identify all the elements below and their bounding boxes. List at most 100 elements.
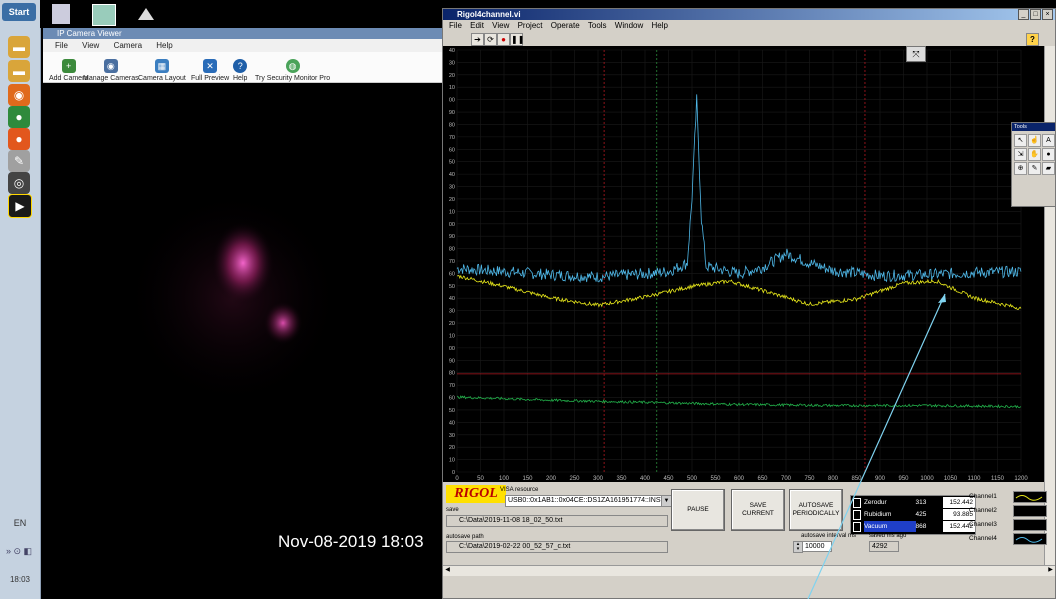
dropdown-arrow-icon[interactable]: ▼ xyxy=(661,496,671,506)
visa-resource-select[interactable]: USB0::0x1AB1::0x04CE::DS1ZA161951774::IN… xyxy=(505,495,671,507)
run-continuous-icon[interactable]: ⟳ xyxy=(484,33,497,46)
channel2-label: Channel2 xyxy=(969,507,997,514)
y-tick-label: 10 xyxy=(449,209,455,215)
channel4-indicator xyxy=(1013,533,1047,545)
color-copy-icon[interactable]: ✎ xyxy=(1028,162,1041,175)
desktop-app-icon[interactable] xyxy=(92,4,116,26)
camera-layout-button[interactable]: ▦ Camera Layout xyxy=(138,52,186,82)
y-tick-label: 40 xyxy=(449,48,455,54)
tool-icon[interactable]: ✎ xyxy=(8,150,30,172)
x-tick-label: 800 xyxy=(828,476,839,482)
channel4-row[interactable]: Channel4 xyxy=(969,532,1049,545)
materials-table: Zerodur 313 152.442 Rubidium 425 93.885 … xyxy=(850,495,976,535)
scroll-left-icon[interactable]: ◀ xyxy=(443,566,452,575)
manage-cameras-icon: ◉ xyxy=(103,59,118,73)
context-help-icon[interactable]: ? xyxy=(1026,33,1039,46)
y-tick-label: 80 xyxy=(449,247,455,253)
system-tray[interactable]: » ⊙ ◧ xyxy=(6,546,34,568)
channel1-indicator xyxy=(1013,491,1047,503)
lv-menu-view[interactable]: View xyxy=(492,21,509,30)
waveform-svg[interactable]: 0102030405060708090001020304050607080900… xyxy=(443,46,1055,482)
start-button[interactable]: Start xyxy=(2,3,36,21)
channel3-label: Channel3 xyxy=(969,521,997,528)
lv-menu-window[interactable]: Window xyxy=(615,21,643,30)
x-tick-label: 250 xyxy=(569,476,580,482)
channel1-label: Channel1 xyxy=(969,493,997,500)
x-tick-label: 450 xyxy=(663,476,674,482)
autosave-periodically-button[interactable]: AUTOSAVE PERIODICALLY xyxy=(789,489,843,531)
y-tick-label: 20 xyxy=(449,445,455,451)
menu-help[interactable]: Help xyxy=(156,41,172,50)
minimize-button[interactable]: _ xyxy=(1018,9,1029,20)
pause-icon[interactable]: ❚❚ xyxy=(510,33,524,46)
y-tick-label: 00 xyxy=(449,346,455,352)
x-tick-label: 850 xyxy=(851,476,862,482)
firefox-icon[interactable]: ● xyxy=(8,128,30,150)
y-tick-label: 20 xyxy=(449,73,455,79)
abort-icon[interactable]: ● xyxy=(497,33,510,46)
channel2-row[interactable]: Channel2 xyxy=(969,504,1049,517)
lv-menu-file[interactable]: File xyxy=(449,21,462,30)
run-arrow-icon[interactable]: ➔ xyxy=(471,33,484,46)
close-button[interactable]: × xyxy=(1042,9,1053,20)
table-row[interactable]: Vacuum 868 152.442 xyxy=(851,521,975,532)
autosave-interval-input[interactable]: 10000 xyxy=(802,541,832,552)
channel3-row[interactable]: Channel3 xyxy=(969,518,1049,531)
manage-cameras-button[interactable]: ◉ Manage Cameras xyxy=(83,52,139,82)
lv-menu-tools[interactable]: Tools xyxy=(588,21,607,30)
lv-menu-edit[interactable]: Edit xyxy=(470,21,484,30)
table-row[interactable]: Zerodur 313 152.442 xyxy=(851,497,975,508)
folder-icon-2[interactable]: ▬ xyxy=(8,60,30,82)
pause-button[interactable]: PAUSE xyxy=(671,489,725,531)
scroll-right-icon[interactable]: ▶ xyxy=(1046,566,1055,575)
camera-video-feed[interactable]: Nov-08-2019 18:03 xyxy=(43,83,442,599)
camera-viewer-menu: File View Camera Help xyxy=(43,39,442,52)
lv-menu-help[interactable]: Help xyxy=(651,21,667,30)
x-tick-label: 650 xyxy=(757,476,768,482)
language-indicator[interactable]: EN xyxy=(0,518,40,528)
y-tick-label: 20 xyxy=(449,321,455,327)
recycle-bin-icon[interactable] xyxy=(52,4,70,24)
save-path-field[interactable]: C:\Data\2019-11-08 18_02_50.txt xyxy=(446,515,668,527)
horizontal-scrollbar[interactable]: ◀ ▶ xyxy=(443,565,1055,576)
wiring-tool-icon[interactable]: ⇲ xyxy=(1014,148,1027,161)
x-tick-label: 400 xyxy=(640,476,651,482)
labview-icon[interactable]: ▶ xyxy=(8,194,32,218)
maximize-button[interactable]: □ xyxy=(1030,9,1041,20)
save-current-button[interactable]: SAVE CURRENT xyxy=(731,489,785,531)
autosave-path-field[interactable]: C:\Data\2019-02-22 00_52_57_c.txt xyxy=(446,541,668,553)
lv-menu-project[interactable]: Project xyxy=(518,21,543,30)
chrome-icon[interactable]: ● xyxy=(8,106,30,128)
menu-file[interactable]: File xyxy=(55,41,68,50)
camera-app-icon[interactable]: ◎ xyxy=(8,172,30,194)
table-row[interactable]: Rubidium 425 93.885 xyxy=(851,509,975,520)
color-tool-icon[interactable]: ▰ xyxy=(1042,162,1055,175)
menu-view[interactable]: View xyxy=(82,41,99,50)
x-tick-label: 100 xyxy=(499,476,510,482)
y-tick-label: 30 xyxy=(449,433,455,439)
channel1-row[interactable]: Channel1 xyxy=(969,490,1049,503)
y-tick-label: 70 xyxy=(449,135,455,141)
probe-tool-icon[interactable]: ⊕ xyxy=(1014,162,1027,175)
breakpoint-tool-icon[interactable]: ● xyxy=(1042,148,1055,161)
help-button[interactable]: ? Help xyxy=(233,52,247,82)
app-icon[interactable]: ◉ xyxy=(8,84,30,106)
lv-menu-operate[interactable]: Operate xyxy=(551,21,580,30)
try-security-monitor-button[interactable]: ◍ Try Security Monitor Pro xyxy=(255,52,330,82)
y-tick-label: 60 xyxy=(449,396,455,402)
full-preview-button[interactable]: ✕ Full Preview xyxy=(191,52,229,82)
y-tick-label: 90 xyxy=(449,358,455,364)
cloud-icon[interactable] xyxy=(136,6,156,22)
y-tick-label: 00 xyxy=(449,98,455,104)
scroll-tool-icon[interactable]: ✋ xyxy=(1028,148,1041,161)
video-frame xyxy=(123,188,343,408)
zoom-icon[interactable]: ⤧ xyxy=(906,46,926,62)
menu-camera[interactable]: Camera xyxy=(114,41,142,50)
clock[interactable]: 18:03 xyxy=(0,575,40,584)
operate-tool-icon[interactable]: ☝ xyxy=(1028,134,1041,147)
folder-icon[interactable]: ▬ xyxy=(8,36,30,58)
y-tick-label: 70 xyxy=(449,259,455,265)
position-tool-icon[interactable]: A xyxy=(1042,134,1055,147)
automatic-tool-icon[interactable]: ↖ xyxy=(1014,134,1027,147)
waveform-graph[interactable]: 0 10 20 30 40 50 60 70 80 90 00 10 20 30 40 50 60 70 80 90 0… xyxy=(443,46,1055,482)
